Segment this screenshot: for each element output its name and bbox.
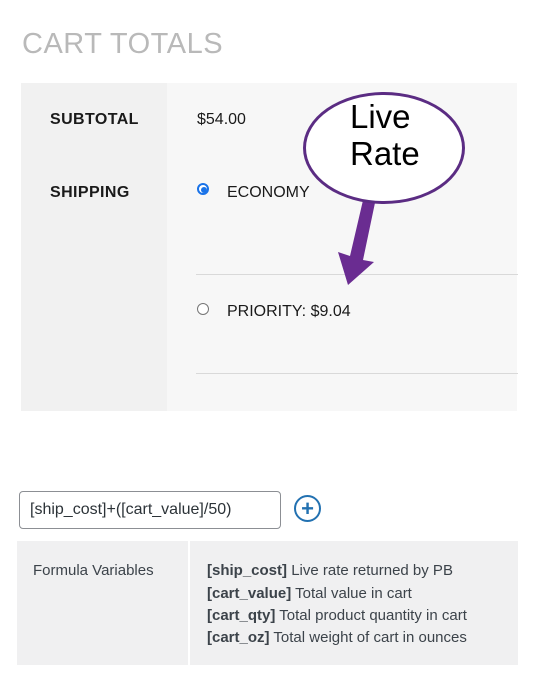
variable-name: [cart_qty] <box>207 607 276 624</box>
variable-item: [cart_oz] Total weight of cart in ounces <box>207 629 467 646</box>
variable-desc: Total weight of cart in ounces <box>273 629 467 646</box>
priority-option-label[interactable]: PRIORITY: $9.04 <box>227 303 351 321</box>
plus-circle-icon: + <box>301 495 314 521</box>
add-formula-button[interactable]: + <box>294 495 321 522</box>
variable-desc: Total value in cart <box>295 585 412 602</box>
variable-name: [cart_value] <box>207 585 292 602</box>
subtotal-value: $54.00 <box>197 111 246 128</box>
economy-radio[interactable] <box>197 183 209 195</box>
callout-text: Live Rate <box>350 98 420 172</box>
variable-desc: Total product quantity in cart <box>279 607 467 624</box>
shipping-label: SHIPPING <box>50 184 130 201</box>
formula-variables-label: Formula Variables <box>33 562 154 579</box>
variable-item: [cart_qty] Total product quantity in car… <box>207 607 467 624</box>
divider <box>196 373 518 374</box>
subtotal-label: SUBTOTAL <box>50 111 139 128</box>
cart-totals-label-column <box>21 83 167 411</box>
variable-item: [ship_cost] Live rate returned by PB <box>207 562 453 579</box>
annotation-arrow <box>338 196 376 285</box>
economy-option-label[interactable]: ECONOMY <box>227 184 310 202</box>
variable-item: [cart_value] Total value in cart <box>207 585 412 602</box>
priority-radio[interactable] <box>197 303 209 315</box>
arrow-icon <box>338 196 376 285</box>
cart-totals-title: CART TOTALS <box>22 28 224 60</box>
variable-desc: Live rate returned by PB <box>291 562 453 579</box>
variables-label-cell <box>17 541 188 665</box>
variable-name: [ship_cost] <box>207 562 288 579</box>
table-divider <box>188 541 190 665</box>
formula-input[interactable] <box>19 491 281 529</box>
variable-name: [cart_oz] <box>207 629 270 646</box>
